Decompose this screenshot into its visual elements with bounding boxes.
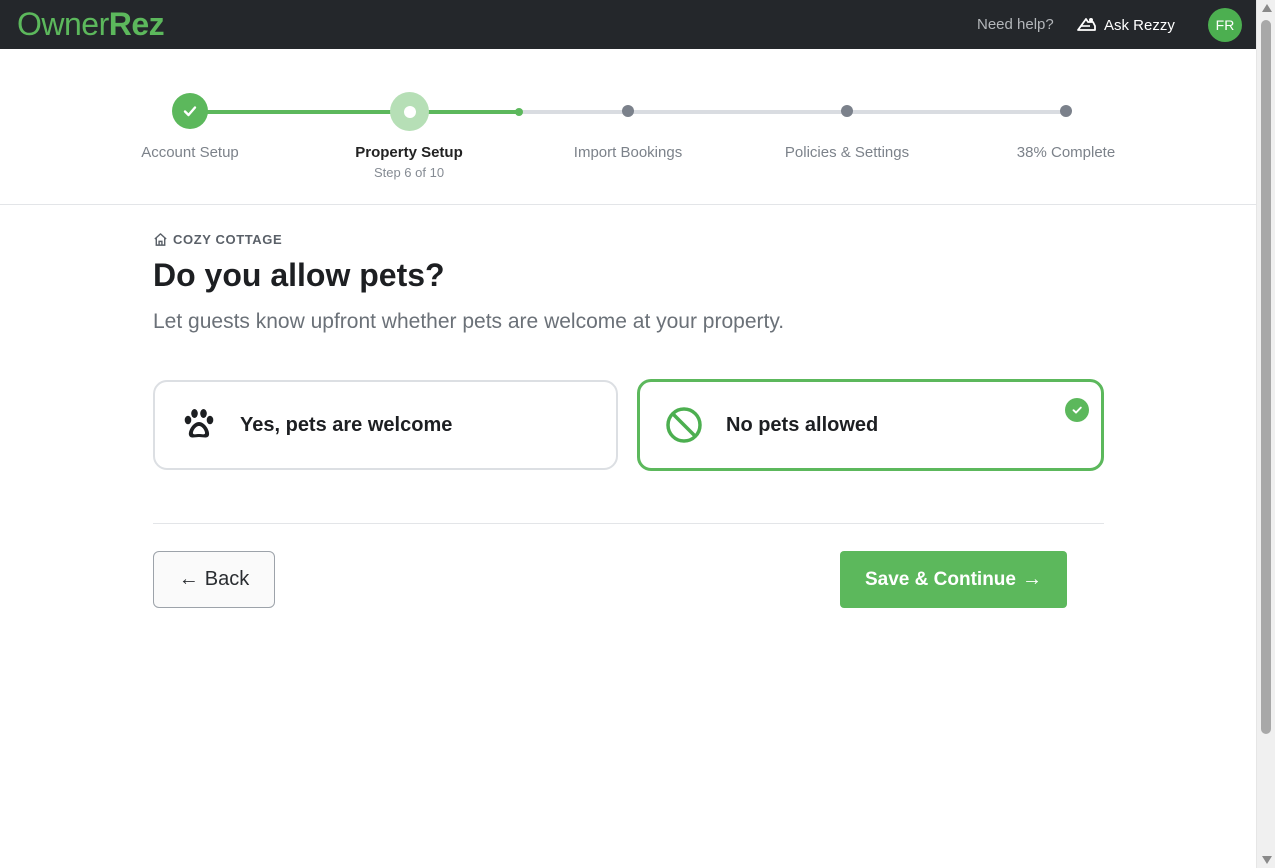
scroll-down-arrow-icon[interactable]: [1262, 856, 1272, 864]
property-name: COZY COTTAGE: [153, 232, 282, 247]
step-node-policies-settings[interactable]: [841, 105, 853, 117]
step-label-policies-settings: Policies & Settings: [784, 144, 910, 161]
house-icon: [154, 233, 167, 246]
back-button[interactable]: ← Back: [153, 551, 275, 608]
user-avatar[interactable]: FR: [1208, 8, 1242, 42]
scroll-thumb[interactable]: [1261, 20, 1271, 734]
arrow-right-icon: →: [1021, 568, 1042, 590]
no-entry-icon: [666, 407, 702, 443]
step-label-percent-complete: 38% Complete: [1016, 144, 1116, 161]
save-continue-label: Save & Continue: [865, 568, 1016, 590]
section-divider: [153, 523, 1104, 524]
save-continue-button[interactable]: Save & Continue →: [840, 551, 1067, 608]
option-label-pets-welcome: Yes, pets are welcome: [240, 413, 453, 436]
checkmark-icon: [183, 106, 197, 117]
back-button-label: Back: [204, 568, 250, 590]
logo-text-owner: Owner: [17, 6, 109, 42]
onboarding-stepper: Account Setup Property Setup Step 6 of 1…: [0, 49, 1256, 205]
arrow-left-icon: ←: [178, 568, 199, 590]
progress-track-complete: [190, 110, 519, 114]
page-scrollbar[interactable]: [1256, 0, 1275, 868]
step-node-complete[interactable]: [1060, 105, 1072, 117]
logo-text-rez: Rez: [108, 6, 165, 42]
step-node-account-setup[interactable]: [172, 93, 208, 129]
page-subtitle: Let guests know upfront whether pets are…: [153, 310, 785, 333]
step-label-import-bookings: Import Bookings: [573, 144, 683, 161]
step-label-account-setup: Account Setup: [141, 144, 239, 161]
option-card-pets-welcome[interactable]: Yes, pets are welcome: [153, 380, 618, 470]
option-card-no-pets[interactable]: No pets allowed: [637, 379, 1104, 471]
option-label-no-pets: No pets allowed: [726, 413, 879, 436]
selected-check-icon: [1065, 398, 1089, 422]
page-title: Do you allow pets?: [153, 257, 445, 293]
step-node-import-bookings[interactable]: [622, 105, 634, 117]
property-name-label: COZY COTTAGE: [173, 232, 283, 247]
step-counter: Step 6 of 10: [373, 165, 445, 180]
ask-rezzy-label: Ask Rezzy: [1104, 16, 1175, 34]
step-node-property-setup[interactable]: [390, 92, 429, 131]
ownerrez-logo[interactable]: OwnerRez: [17, 5, 165, 43]
progress-end-dot: [515, 108, 523, 116]
ask-rezzy-button[interactable]: Ask Rezzy: [1076, 13, 1175, 37]
progress-track-remaining: [519, 110, 1066, 114]
rezzy-chat-icon: [1077, 18, 1096, 31]
need-help-link[interactable]: Need help?: [977, 16, 1054, 33]
scroll-up-arrow-icon[interactable]: [1262, 4, 1272, 12]
paw-icon: [184, 409, 214, 438]
current-step-dot: [403, 105, 416, 118]
step-label-property-setup: Property Setup: [355, 144, 463, 161]
top-navigation-bar: OwnerRez Need help? Ask Rezzy FR: [0, 0, 1256, 49]
